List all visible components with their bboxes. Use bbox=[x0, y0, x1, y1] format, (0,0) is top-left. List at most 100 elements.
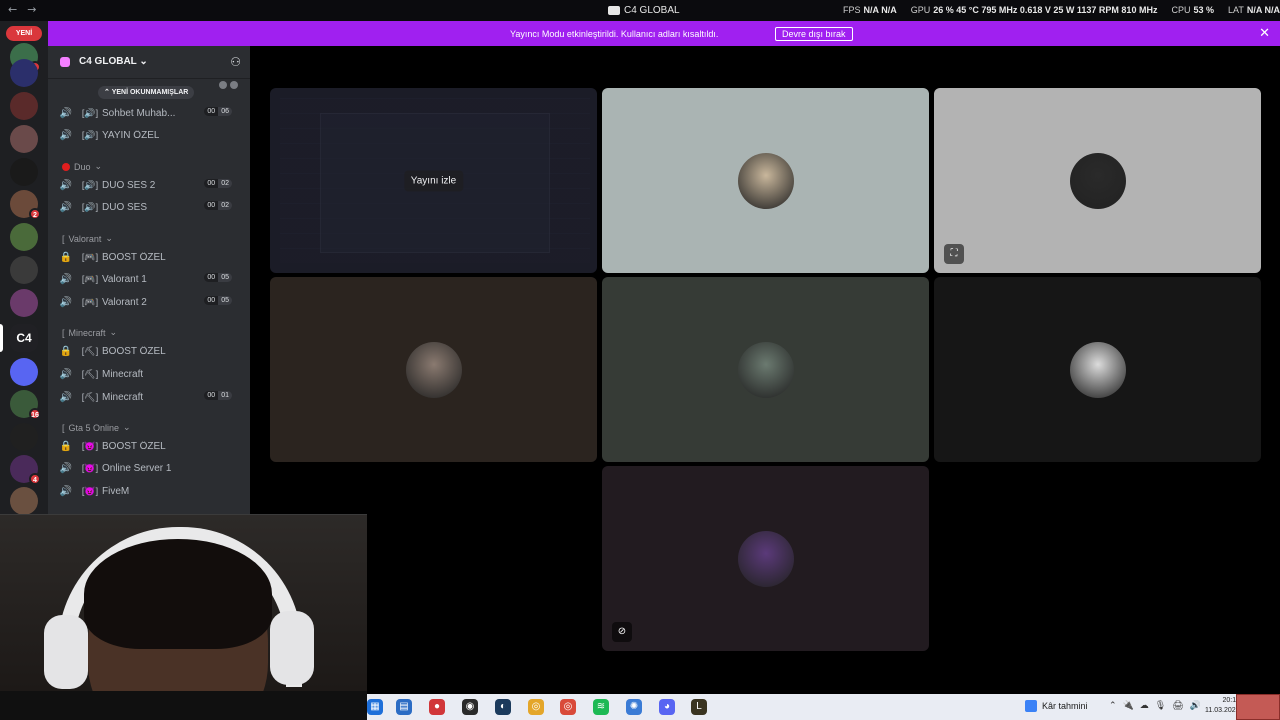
server-icon-server-5[interactable] bbox=[10, 158, 38, 186]
server-avatar bbox=[10, 125, 38, 153]
tray-icon[interactable]: 🔊 bbox=[1190, 700, 1201, 711]
stat-label: FPS bbox=[843, 5, 861, 15]
back-icon[interactable]: ← bbox=[8, 3, 17, 16]
mention-badge: 2 bbox=[29, 208, 41, 220]
server-avatar bbox=[10, 358, 38, 386]
spotify-icon[interactable]: ≋ bbox=[593, 699, 609, 715]
category-valorant[interactable]: [Valorant ⌄ bbox=[62, 233, 113, 244]
voice-channel[interactable]: 🔒 [🎮] BOOST ÖZEL bbox=[58, 247, 244, 267]
forward-icon[interactable]: → bbox=[27, 3, 36, 16]
channel-name: YAYIN ÖZEL bbox=[102, 129, 160, 141]
server-icon-server-14[interactable]: 4 bbox=[10, 455, 41, 485]
chrome-2-icon[interactable]: ◎ bbox=[560, 699, 576, 715]
voice-channel[interactable]: 🔊 [🔊] DUO SES 2 00 02 bbox=[58, 175, 244, 195]
channel-emoji-icon: [🔊] bbox=[81, 107, 99, 118]
discord-icon[interactable]: ◕ bbox=[659, 699, 675, 715]
weather-widget[interactable]: Kâr tahmini bbox=[1025, 700, 1088, 712]
start-icon[interactable]: ▦ bbox=[367, 699, 383, 715]
system-clock[interactable]: 20:11 11.03.2026 bbox=[1205, 696, 1240, 716]
disable-streamer-mode-button[interactable]: Devre dışı bırak bbox=[775, 27, 853, 41]
voice-channel[interactable]: 🔊 [🎮] Valorant 1 00 05 bbox=[58, 269, 244, 289]
channel-emoji-icon: [🔊] bbox=[81, 179, 99, 190]
windows-taskbar: Kâr tahmini ⌃ 🔌 ☁ 🎙 🖨 🔊 20:11 11.03.2026 ▦ ▤ ● ◉… bbox=[367, 694, 1280, 720]
server-icon-server-6[interactable]: 2 bbox=[10, 190, 41, 220]
category-label: Valorant bbox=[68, 233, 102, 244]
user-count: 06 bbox=[218, 107, 232, 116]
tray-icon[interactable]: ☁ bbox=[1140, 700, 1149, 711]
close-icon[interactable]: ✕ bbox=[1259, 26, 1270, 39]
webcam-overlay bbox=[0, 514, 367, 720]
user-limit-badge: 00 01 bbox=[204, 391, 232, 400]
server-icon-server-15[interactable] bbox=[10, 487, 38, 515]
riot-icon[interactable]: ● bbox=[429, 699, 445, 715]
avatar bbox=[1069, 341, 1126, 398]
channel-name: Minecraft bbox=[102, 391, 144, 403]
voice-channel[interactable]: 🔊 [😈] Online Server 1 bbox=[58, 458, 244, 478]
league-icon[interactable]: L bbox=[691, 699, 707, 715]
tray-icon[interactable]: 🎙 bbox=[1155, 700, 1166, 711]
notification-button[interactable] bbox=[1236, 694, 1280, 720]
category-gta-5-online[interactable]: [Gta 5 Online ⌄ bbox=[62, 422, 131, 433]
stream-tile[interactable]: Yayını izle bbox=[270, 88, 597, 273]
new-unreads-pill[interactable]: ⌃ YENİ OKUNMAMIŞLAR bbox=[98, 86, 195, 99]
server-header[interactable]: C4 GLOBAL ⌄ ⚇ bbox=[48, 46, 250, 79]
tray-icon[interactable]: 🔌 bbox=[1123, 700, 1134, 711]
voice-channel[interactable]: 🔒 [⛏] BOOST ÖZEL bbox=[58, 341, 244, 361]
tray-icon[interactable]: ⌃ bbox=[1109, 700, 1117, 711]
voice-channel[interactable]: 🔊 [⛏] Minecraft 00 01 bbox=[58, 387, 244, 407]
voice-channel[interactable]: 🔒 [😈] BOOST ÖZEL bbox=[58, 436, 244, 456]
server-icon-server-11[interactable] bbox=[10, 358, 38, 386]
voice-channel[interactable]: 🔊 [⛏] Minecraft bbox=[58, 364, 244, 384]
server-icon-server-9[interactable] bbox=[10, 289, 38, 317]
chrome-icon[interactable]: ◎ bbox=[528, 699, 544, 715]
participant-tile[interactable] bbox=[602, 88, 929, 273]
voice-channel[interactable]: 🔊 [🔊] YAYIN ÖZEL bbox=[58, 125, 244, 145]
server-icon-server-13[interactable] bbox=[10, 423, 38, 451]
channel-emoji-icon: [⛏] bbox=[81, 391, 99, 402]
voice-channel[interactable]: 🔊 [🔊] DUO SES 00 02 bbox=[58, 197, 244, 217]
server-icon-c4-global[interactable]: C4 bbox=[10, 324, 38, 352]
participant-tile[interactable] bbox=[270, 277, 597, 462]
nav-buttons: ← → bbox=[8, 3, 36, 16]
steam-icon[interactable]: ◐ bbox=[495, 699, 511, 715]
category-minecraft[interactable]: [Minecraft ⌄ bbox=[62, 327, 117, 338]
avatar bbox=[405, 341, 462, 398]
clock-time: 20:11 bbox=[1222, 697, 1240, 704]
speaker-icon: 🔊 bbox=[59, 485, 73, 497]
user-count: 00 bbox=[204, 179, 219, 188]
server-icon-server-7[interactable] bbox=[10, 223, 38, 251]
server-icon-server-2[interactable] bbox=[10, 59, 38, 87]
server-icon-server-3[interactable] bbox=[10, 92, 38, 120]
participant-tile[interactable]: ⛶ bbox=[934, 88, 1261, 273]
settings-app-icon[interactable]: ✺ bbox=[626, 699, 642, 715]
user-count: 00 bbox=[204, 273, 219, 282]
channel-emoji-icon: [🎮] bbox=[81, 273, 99, 284]
add-member-icon[interactable]: ⚇ bbox=[230, 55, 241, 69]
category-duo[interactable]: Duo ⌄ bbox=[62, 161, 102, 172]
channel-name: Valorant 2 bbox=[102, 296, 147, 308]
server-icon-server-4[interactable] bbox=[10, 125, 38, 153]
avatar bbox=[737, 530, 794, 587]
user-limit-badge: 00 06 bbox=[204, 107, 232, 116]
participant-tile[interactable] bbox=[934, 277, 1261, 462]
voice-channel[interactable]: 🔊 [🔊] Sohbet Muhab... 00 06 bbox=[58, 103, 244, 123]
participant-tile[interactable] bbox=[602, 277, 929, 462]
chevron-down-icon: ⌄ bbox=[105, 233, 113, 243]
server-icon-server-8[interactable] bbox=[10, 256, 38, 284]
server-icon-server-12[interactable]: 16 bbox=[10, 390, 41, 420]
system-tray: ⌃ 🔌 ☁ 🎙 🖨 🔊 bbox=[1109, 700, 1201, 711]
avatar bbox=[1069, 152, 1126, 209]
stat-label: LAT bbox=[1227, 5, 1244, 15]
category-label: Duo bbox=[74, 161, 91, 172]
tray-icon[interactable]: 🖨 bbox=[1172, 700, 1183, 711]
window-title-text: C4 GLOBAL bbox=[624, 5, 680, 16]
clock-date: 11.03.2026 bbox=[1205, 707, 1240, 714]
server-avatar bbox=[10, 158, 38, 186]
voice-channel[interactable]: 🔊 [🎮] Valorant 2 00 05 bbox=[58, 292, 244, 312]
explorer-icon[interactable]: ▤ bbox=[396, 699, 412, 715]
new-unread-pill[interactable]: YENİ bbox=[6, 26, 42, 41]
participant-tile[interactable]: ⊘ bbox=[602, 466, 929, 651]
watch-stream-button[interactable]: Yayını izle bbox=[403, 170, 464, 191]
obs-icon[interactable]: ◉ bbox=[462, 699, 478, 715]
voice-channel[interactable]: 🔊 [😈] FiveM bbox=[58, 481, 244, 501]
